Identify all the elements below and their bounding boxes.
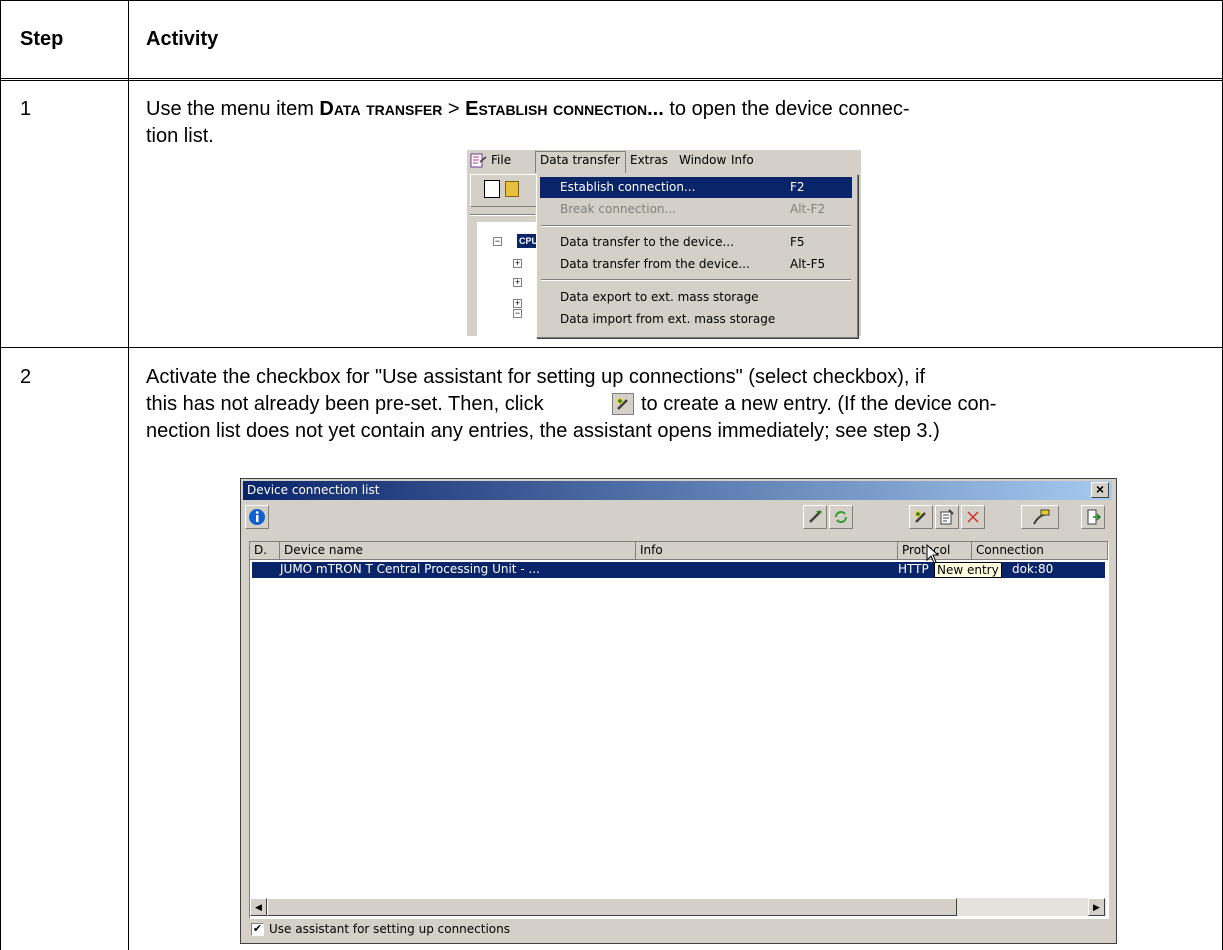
- table-border-left: [0, 0, 1, 950]
- info-button[interactable]: [245, 505, 269, 529]
- table-divider: [0, 78, 1223, 79]
- column-header-info[interactable]: Info: [636, 542, 898, 560]
- connect-icon[interactable]: [1021, 505, 1059, 529]
- menu-info[interactable]: Info: [731, 153, 754, 167]
- menu-reference: Data transfer: [319, 98, 443, 120]
- properties-icon[interactable]: [935, 505, 959, 529]
- tree-expand-icon[interactable]: +: [513, 259, 522, 268]
- scroll-left-button[interactable]: ◀: [250, 898, 267, 916]
- step-text: Activate the checkbox for "Use assistant…: [146, 366, 926, 388]
- step-text: nection list does not yet contain any en…: [146, 420, 940, 442]
- new-entry-tooltip: New entry: [934, 562, 1002, 578]
- open-folder-icon[interactable]: [505, 181, 519, 197]
- menu-data-transfer[interactable]: Data transfer: [540, 153, 620, 167]
- scroll-thumb[interactable]: [267, 898, 957, 916]
- device-name-cell: JUMO mTRON T Central Processing Unit - .…: [280, 562, 540, 576]
- menu-item-establish-connection[interactable]: Establish connection... F2: [540, 177, 852, 198]
- new-file-icon[interactable]: [484, 180, 500, 198]
- step-text: this has not already been pre-set. Then,…: [146, 393, 544, 415]
- step-text: tion list.: [146, 125, 214, 147]
- step-number: 1: [20, 98, 32, 120]
- tree-collapse-icon[interactable]: −: [513, 309, 522, 318]
- mouse-cursor-icon: [926, 544, 940, 564]
- protocol-cell: HTTP: [898, 562, 929, 576]
- menu-window[interactable]: Window: [679, 153, 726, 167]
- tree-expand-icon[interactable]: +: [513, 299, 522, 308]
- menu-item-transfer-to-device[interactable]: Data transfer to the device... F5: [540, 232, 852, 253]
- menu-separator: [541, 279, 851, 281]
- column-header-device-name[interactable]: Device name: [280, 542, 636, 560]
- table-column-divider: [128, 0, 129, 950]
- device-connection-list-window: Device connection list × D. Device name …: [240, 478, 1117, 944]
- tree-node-cpu[interactable]: CPU: [517, 234, 538, 248]
- assistant-checkbox-label[interactable]: Use assistant for setting up connections: [269, 922, 510, 936]
- header-step: Step: [20, 28, 64, 50]
- menu-item-data-import[interactable]: Data import from ext. mass storage: [540, 309, 852, 330]
- exit-icon[interactable]: [1081, 505, 1105, 529]
- table-divider: [0, 347, 1223, 348]
- step-text: Use the menu item Data transfer > Establ…: [146, 98, 910, 120]
- step-text: to create a new entry. (If the device co…: [641, 393, 997, 415]
- new-entry-button[interactable]: [909, 505, 933, 529]
- table-border-top: [0, 0, 1223, 1]
- window-title: Device connection list: [247, 483, 380, 497]
- menu-item-break-connection: Break connection... Alt-F2: [560, 202, 826, 216]
- horizontal-scrollbar[interactable]: ◀ ▶: [250, 898, 1106, 916]
- table-divider: [0, 80, 1223, 81]
- close-button[interactable]: ×: [1091, 482, 1109, 498]
- step-number: 2: [20, 366, 32, 388]
- menu-item-transfer-from-device[interactable]: Data transfer from the device... Alt-F5: [540, 254, 852, 275]
- menu-item-data-export[interactable]: Data export to ext. mass storage: [540, 287, 852, 308]
- tree-collapse-icon[interactable]: −: [493, 237, 502, 246]
- new-entry-inline-icon: [612, 393, 634, 415]
- connection-cell: dok:80: [1012, 562, 1054, 576]
- assistant-checkbox[interactable]: ✔: [251, 923, 264, 936]
- scan-connection-icon[interactable]: [803, 505, 827, 529]
- menu-bar: File Data transfer Extras Window Info: [467, 150, 861, 173]
- menu-reference: Establish connection...: [465, 98, 664, 120]
- tree-expand-icon[interactable]: +: [513, 278, 522, 287]
- divider: [470, 214, 535, 216]
- menu-separator: [541, 225, 851, 227]
- connection-list: D. Device name Info Protocol Connection …: [249, 541, 1109, 919]
- delete-icon[interactable]: [961, 505, 985, 529]
- app-icon: [470, 153, 487, 168]
- column-header-d[interactable]: D.: [250, 542, 280, 560]
- menu-extras[interactable]: Extras: [630, 153, 668, 167]
- column-header-connection[interactable]: Connection: [972, 542, 1108, 560]
- window-titlebar: Device connection list ×: [243, 481, 1112, 500]
- menu-file[interactable]: File: [491, 153, 511, 167]
- toolbar-area: [470, 174, 538, 207]
- header-activity: Activity: [146, 28, 219, 50]
- refresh-icon[interactable]: [829, 505, 853, 529]
- document-page: Step Activity 1 Use the menu item Data t…: [0, 0, 1223, 950]
- scroll-right-button[interactable]: ▶: [1088, 898, 1105, 916]
- data-transfer-dropdown: Establish connection... F2 Break connect…: [536, 174, 858, 338]
